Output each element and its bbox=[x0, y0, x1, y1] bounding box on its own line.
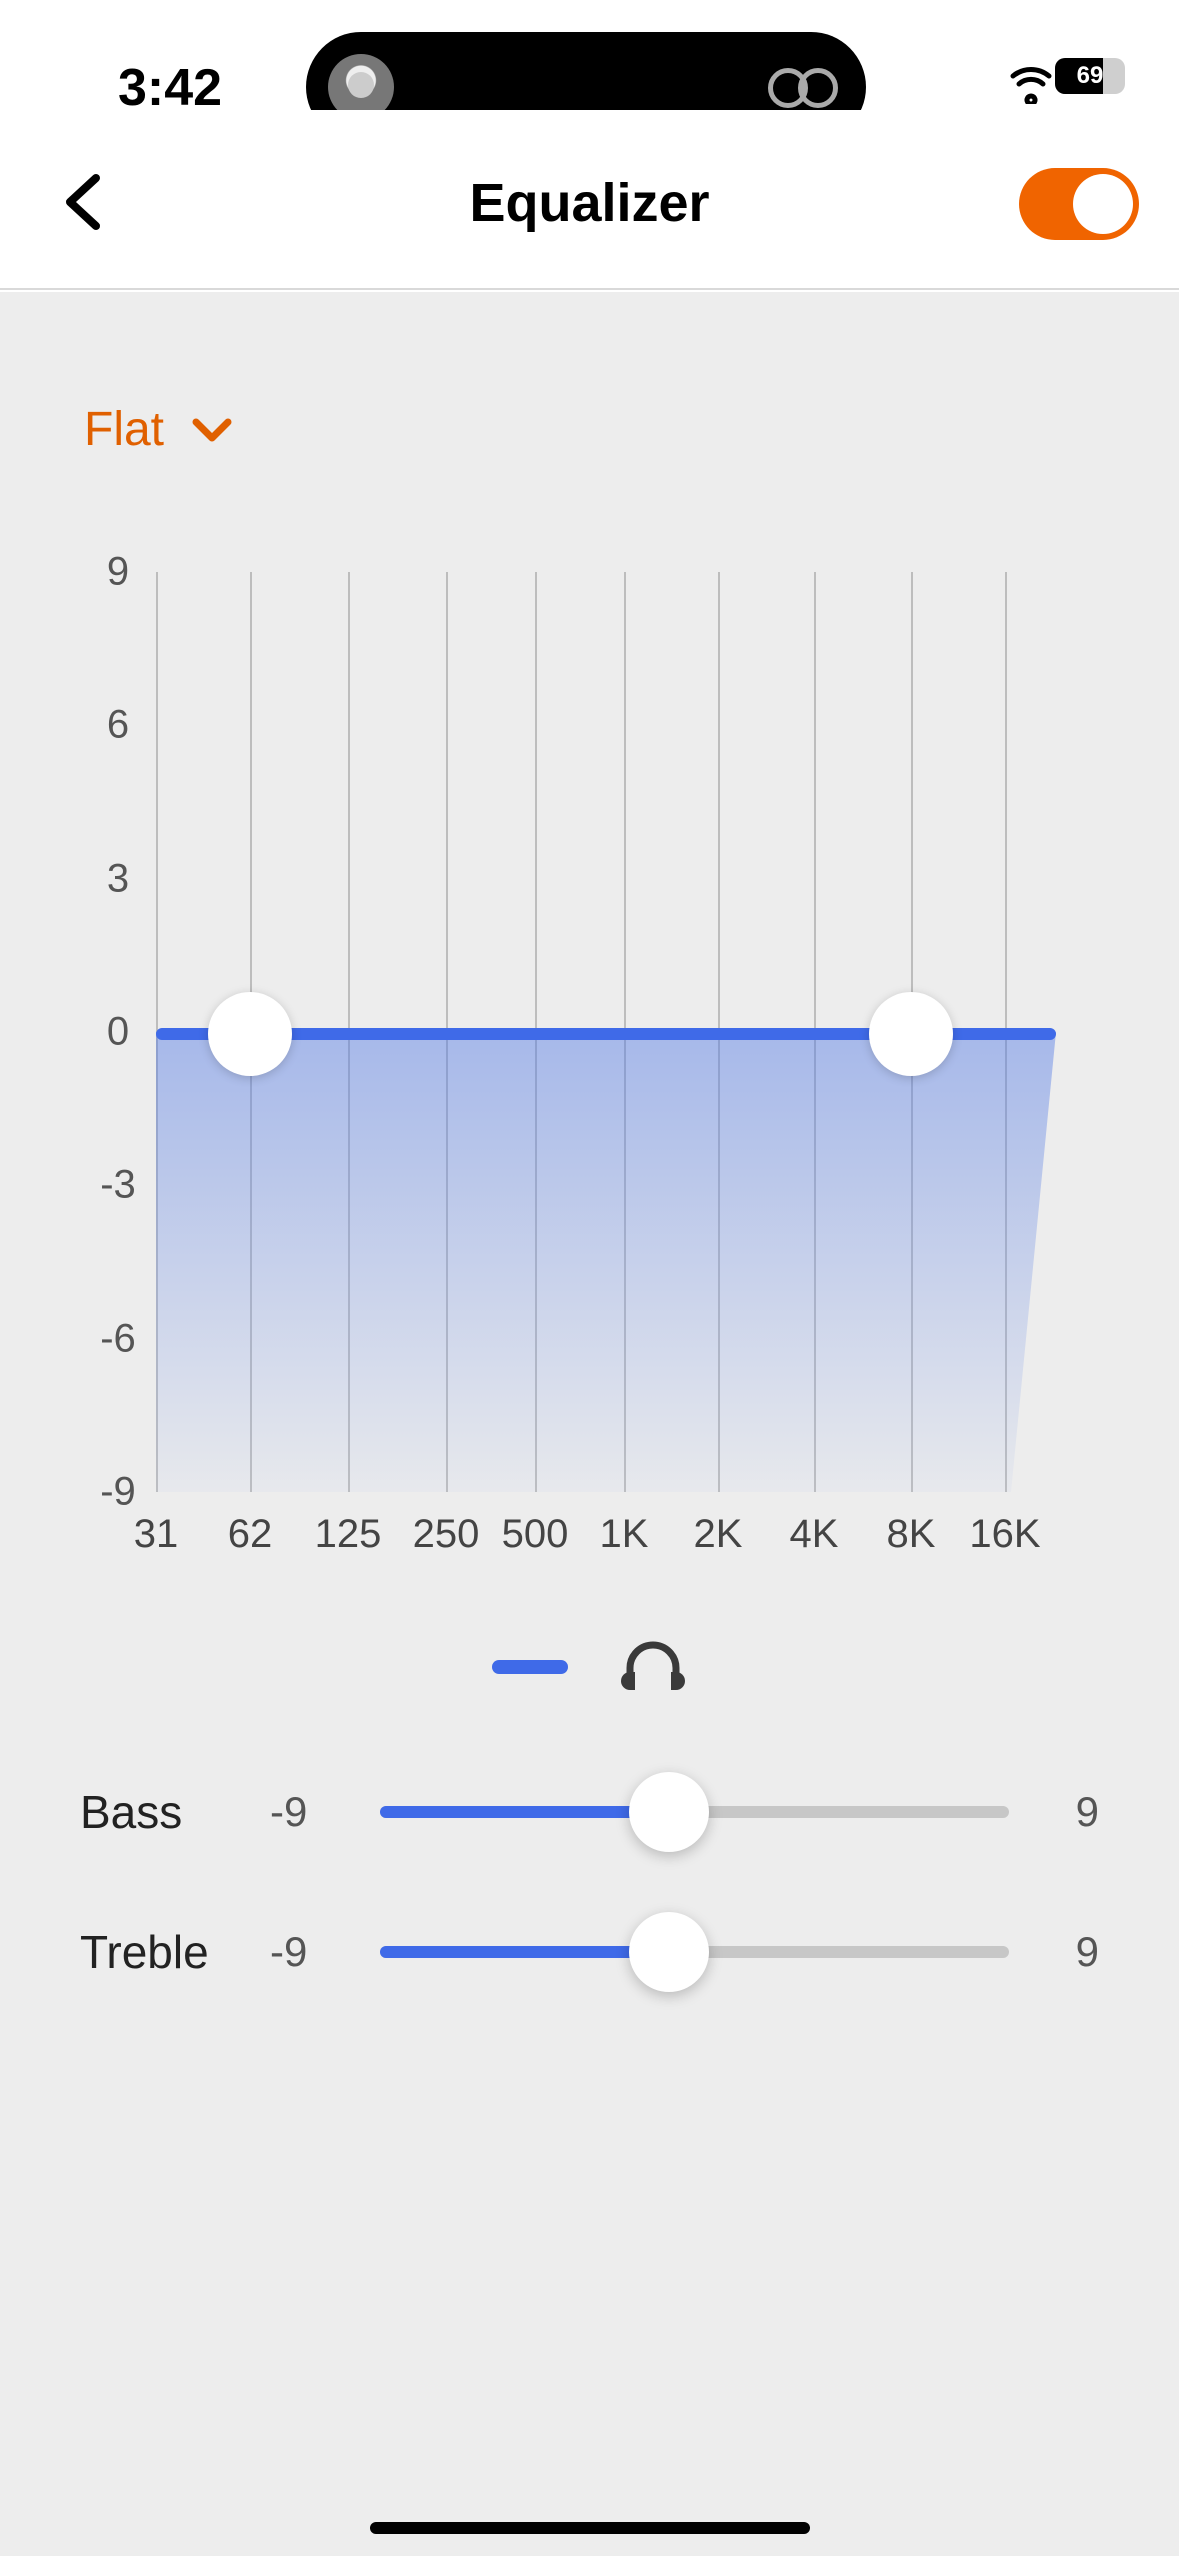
bass-max: 9 bbox=[1039, 1788, 1099, 1836]
bass-slider-thumb[interactable] bbox=[629, 1772, 709, 1852]
eq-fill-area bbox=[156, 1032, 1056, 1492]
bass-min: -9 bbox=[270, 1788, 350, 1836]
nav-header: Equalizer bbox=[0, 110, 1179, 290]
treble-slider-row: Treble -9 9 bbox=[80, 1892, 1099, 2012]
treble-slider[interactable] bbox=[380, 1946, 1009, 1958]
y-tick: -9 bbox=[88, 1470, 148, 1515]
battery-level: 69 bbox=[1055, 58, 1125, 94]
chart-plot-area[interactable] bbox=[156, 572, 1056, 1492]
page-title: Equalizer bbox=[0, 172, 1179, 234]
y-tick: -6 bbox=[88, 1317, 148, 1362]
x-tick: 4K bbox=[790, 1512, 839, 1557]
status-time: 3:42 bbox=[118, 58, 222, 118]
preset-name: Flat bbox=[84, 402, 164, 457]
treble-min: -9 bbox=[270, 1928, 350, 1976]
y-tick: -3 bbox=[88, 1163, 148, 1208]
x-tick: 2K bbox=[694, 1512, 743, 1557]
toggle-knob bbox=[1073, 174, 1133, 234]
home-indicator[interactable] bbox=[370, 2522, 810, 2534]
x-tick: 8K bbox=[887, 1512, 936, 1557]
battery-icon: 69 bbox=[1055, 58, 1125, 94]
voicemail-icon bbox=[768, 68, 838, 108]
x-tick: 1K bbox=[600, 1512, 649, 1557]
bass-slider[interactable] bbox=[380, 1806, 1009, 1818]
y-tick: 0 bbox=[88, 1010, 148, 1055]
wifi-icon bbox=[1009, 60, 1053, 104]
y-tick: 9 bbox=[88, 550, 148, 595]
bass-slider-fill bbox=[380, 1806, 669, 1818]
x-tick: 16K bbox=[969, 1512, 1040, 1557]
eq-handle-high[interactable] bbox=[869, 992, 953, 1076]
x-tick: 62 bbox=[228, 1512, 273, 1557]
x-tick: 500 bbox=[502, 1512, 569, 1557]
mode-row bbox=[0, 1627, 1179, 1707]
status-bar: 3:42 69 bbox=[0, 0, 1179, 110]
headphones-icon[interactable] bbox=[618, 1630, 688, 1705]
equalizer-toggle[interactable] bbox=[1019, 168, 1139, 240]
preset-dropdown[interactable]: Flat bbox=[84, 402, 232, 457]
y-tick: 3 bbox=[88, 857, 148, 902]
y-tick: 6 bbox=[88, 703, 148, 748]
chevron-down-icon bbox=[192, 416, 232, 444]
bass-slider-row: Bass -9 9 bbox=[80, 1752, 1099, 1872]
main-panel: Flat 9 6 3 0 -3 -6 -9 bbox=[0, 292, 1179, 2556]
mode-eq-indicator[interactable] bbox=[492, 1660, 568, 1674]
x-tick: 31 bbox=[134, 1512, 179, 1557]
x-tick: 125 bbox=[315, 1512, 382, 1557]
bass-label: Bass bbox=[80, 1785, 270, 1839]
treble-slider-thumb[interactable] bbox=[629, 1912, 709, 1992]
treble-max: 9 bbox=[1039, 1928, 1099, 1976]
treble-slider-fill bbox=[380, 1946, 669, 1958]
x-tick: 250 bbox=[413, 1512, 480, 1557]
eq-handle-low[interactable] bbox=[208, 992, 292, 1076]
treble-label: Treble bbox=[80, 1925, 270, 1979]
equalizer-chart: 9 6 3 0 -3 -6 -9 31 62 125 250 5 bbox=[0, 552, 1179, 1612]
